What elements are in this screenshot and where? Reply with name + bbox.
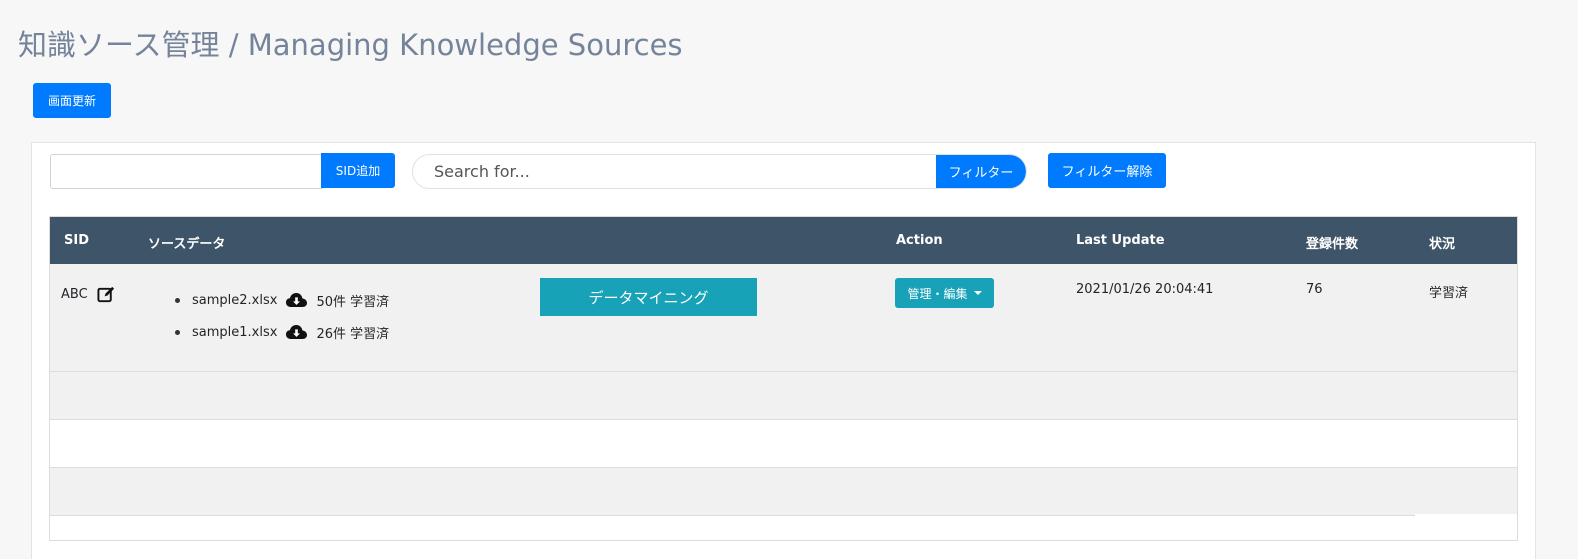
source-file-name: sample1.xlsx: [192, 324, 278, 340]
edit-icon[interactable]: [97, 285, 116, 304]
source-info: 50件 学習済: [316, 294, 390, 310]
page-title: 知識ソース管理 / Managing Knowledge Sources: [18, 28, 683, 62]
header-source: ソースデータ: [148, 237, 226, 252]
cloud-download-icon[interactable]: [286, 292, 308, 308]
source-file-name: sample2.xlsx: [192, 292, 278, 308]
sid-add-button[interactable]: SID追加: [321, 153, 395, 188]
caret-down-icon: [973, 291, 982, 295]
manage-edit-label: 管理・編集: [907, 286, 968, 301]
search-input[interactable]: [413, 155, 938, 188]
header-last-update: Last Update: [1076, 233, 1165, 248]
sid-value: ABC: [61, 287, 88, 302]
list-item: sample1.xlsx 26件 学習済: [175, 316, 389, 348]
table-row: [50, 468, 1517, 516]
source-info: 26件 学習済: [316, 326, 390, 342]
cloud-download-icon[interactable]: [286, 324, 308, 340]
table-row: [50, 420, 1517, 468]
sources-card: SID追加 フィルター フィルター解除 SID ソースデータ Action La…: [31, 142, 1536, 559]
filter-button[interactable]: フィルター: [936, 155, 1026, 188]
header-count: 登録件数: [1306, 237, 1359, 252]
header-status: 状況: [1429, 237, 1456, 252]
sid-input[interactable]: [50, 154, 323, 189]
clear-filter-button[interactable]: フィルター解除: [1048, 153, 1166, 188]
last-update-value: 2021/01/26 20:04:41: [1076, 282, 1214, 297]
bullet-icon: [175, 297, 180, 303]
sources-table: SID ソースデータ Action Last Update 登録件数 状況 AB…: [49, 216, 1518, 541]
list-item: sample2.xlsx 50件 学習済: [175, 284, 389, 316]
bullet-icon: [175, 329, 180, 335]
table-corner: [1415, 514, 1517, 540]
table-row: [50, 372, 1517, 420]
table-header: SID ソースデータ Action Last Update 登録件数 状況: [50, 217, 1517, 264]
table-row: ABC sample2.xlsx 50件 学習済 sample1.xlsx 26…: [50, 264, 1517, 372]
header-sid: SID: [64, 233, 89, 248]
search-group: フィルター: [412, 154, 1027, 189]
count-value: 76: [1306, 282, 1323, 297]
data-mining-button[interactable]: データマイニング: [540, 278, 757, 316]
status-value: 学習済: [1429, 286, 1469, 301]
source-list: sample2.xlsx 50件 学習済 sample1.xlsx 26件 学習…: [175, 284, 389, 348]
manage-edit-dropdown[interactable]: 管理・編集: [895, 278, 994, 308]
header-action: Action: [896, 233, 943, 248]
refresh-button[interactable]: 画面更新: [33, 83, 111, 118]
sid-cell: ABC: [61, 285, 116, 304]
